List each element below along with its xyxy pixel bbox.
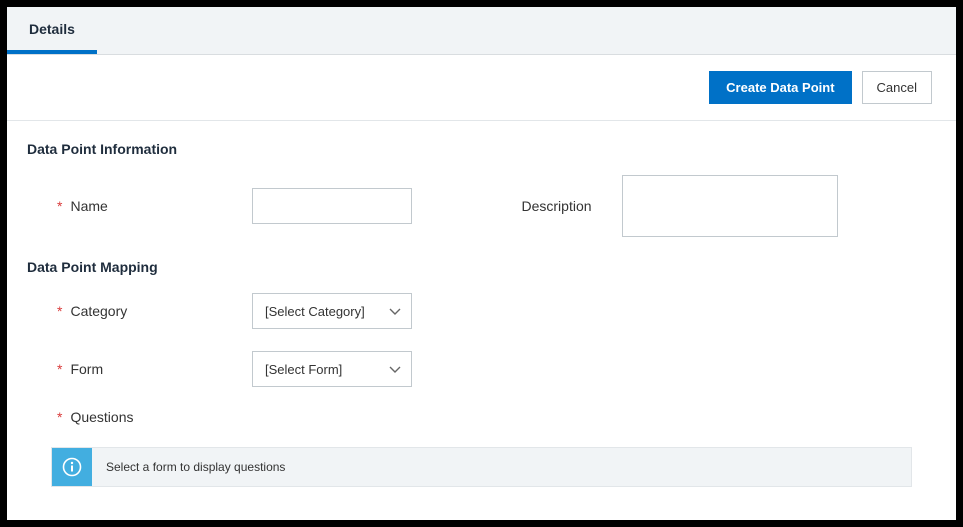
form-select[interactable]: [Select Form] (252, 351, 412, 387)
description-textarea[interactable] (622, 175, 838, 237)
section-header-mapping: Data Point Mapping (27, 259, 936, 275)
required-asterisk: * (57, 409, 62, 425)
category-label-text: Category (70, 303, 127, 319)
tab-details[interactable]: Details (7, 7, 97, 54)
form-label-text: Form (70, 361, 103, 377)
name-input[interactable] (252, 188, 412, 224)
required-asterisk: * (57, 361, 62, 377)
category-label: * Category (27, 303, 252, 319)
section-header-info: Data Point Information (27, 141, 936, 157)
create-data-point-button[interactable]: Create Data Point (709, 71, 851, 104)
description-label: Description (482, 198, 592, 214)
category-select-value: [Select Category] (265, 304, 365, 319)
category-select[interactable]: [Select Category] (252, 293, 412, 329)
tab-bar: Details (7, 7, 956, 55)
chevron-down-icon (387, 303, 403, 319)
create-button-label: Create Data Point (726, 80, 834, 95)
required-asterisk: * (57, 198, 62, 214)
name-label: * Name (27, 198, 252, 214)
info-icon (62, 457, 82, 477)
name-label-text: Name (70, 198, 107, 214)
action-bar: Create Data Point Cancel (7, 55, 956, 121)
tab-details-label: Details (29, 21, 75, 37)
questions-label: * Questions (27, 409, 252, 425)
cancel-button-label: Cancel (877, 80, 917, 95)
form-label: * Form (27, 361, 252, 377)
cancel-button[interactable]: Cancel (862, 71, 932, 104)
questions-label-text: Questions (70, 409, 133, 425)
info-banner: Select a form to display questions (51, 447, 912, 487)
required-asterisk: * (57, 303, 62, 319)
chevron-down-icon (387, 361, 403, 377)
form-area: Data Point Information * Name Descriptio… (7, 121, 956, 520)
info-icon-box (52, 448, 92, 486)
info-banner-text: Select a form to display questions (92, 448, 911, 486)
form-select-value: [Select Form] (265, 362, 342, 377)
